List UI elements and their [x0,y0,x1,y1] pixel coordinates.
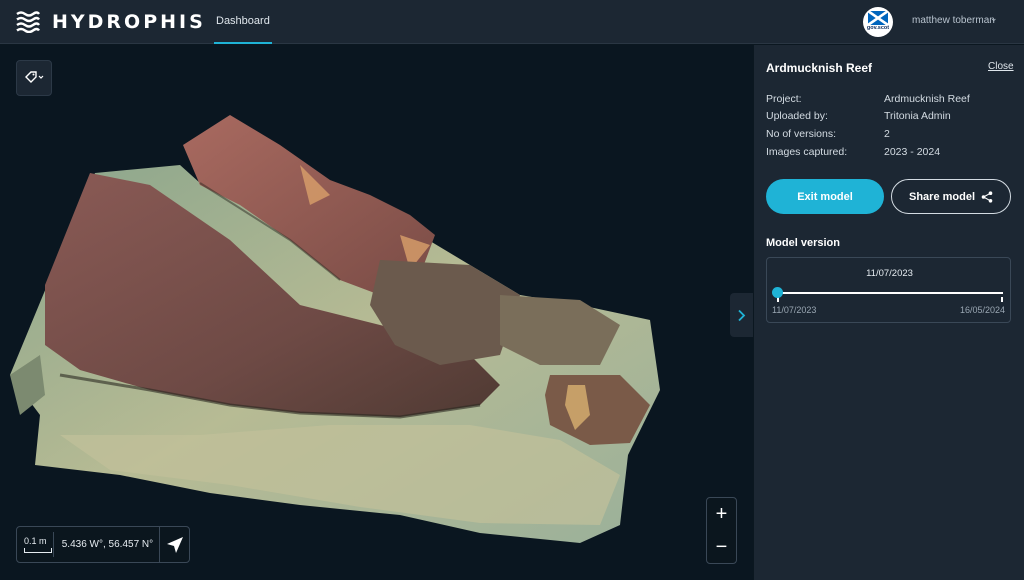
slider-track[interactable] [777,292,1003,294]
zoom-controls: + − [706,497,737,564]
version-end-date: 16/05/2024 [959,305,1005,315]
model-info-list: Project: Ardmucknish Reef Uploaded by: T… [766,90,1016,160]
info-label: Uploaded by: [766,110,828,123]
org-badge-label: gov.scot [866,25,890,31]
tag-pen-icon [25,71,44,83]
version-start-date: 11/07/2023 [772,305,817,315]
brand-logo[interactable]: HYDROPHIS [16,11,206,33]
selected-version-date: 11/07/2023 [866,268,913,279]
zoom-in-button[interactable]: + [707,498,736,531]
chevron-down-icon[interactable]: ⌄ [990,13,998,24]
slider-handle[interactable] [771,287,783,298]
info-label: Images captured: [766,145,848,158]
share-model-label: Share model [908,190,976,203]
user-name[interactable]: matthew toberman [912,15,995,26]
brand-name: HYDROPHIS [52,11,206,33]
tab-dashboard[interactable]: Dashboard [214,0,272,44]
scale-indicator: 0.1 m [17,536,53,553]
coordinates-readout: 5.436 W°, 56.457 N° [61,539,154,550]
info-row-versions: No of versions: 2 [766,125,1016,143]
exit-model-button[interactable]: Exit model [766,179,884,214]
saltire-flag-icon [868,11,888,25]
model-details-panel: Ardmucknish Reef Close Project: Ardmuckn… [754,45,1024,580]
info-row-uploaded-by: Uploaded by: Tritonia Admin [766,108,1016,126]
model-version-slider: 11/07/2023 11/07/2023 16/05/2024 [766,257,1011,323]
close-link[interactable]: Close [988,61,1014,72]
reef-3d-model[interactable] [0,45,753,580]
info-label: Project: [766,92,802,105]
slider-tick-end [1001,297,1003,302]
panel-title: Ardmucknish Reef [766,61,873,75]
model-viewer[interactable]: + − 0.1 m 5.436 W°, 56.457 N° [0,45,753,580]
info-value: 2 [884,127,890,140]
panel-toggle-button[interactable] [730,293,753,337]
zoom-out-button[interactable]: − [707,531,736,564]
info-row-project: Project: Ardmucknish Reef [766,90,1016,108]
info-value: Ardmucknish Reef [884,92,970,105]
scale-bar [24,548,52,553]
model-version-heading: Model version [766,237,840,249]
top-bar: HYDROPHIS Dashboard gov.scot matthew tob… [0,0,1024,44]
share-model-button[interactable]: Share model [891,179,1011,214]
info-row-images-captured: Images captured: 2023 - 2024 [766,143,1016,161]
info-label: No of versions: [766,127,837,140]
chevron-right-icon [738,309,746,321]
org-avatar[interactable]: gov.scot [863,7,893,37]
compass-button[interactable] [159,527,189,562]
navigation-arrow-icon [166,536,183,553]
info-value: 2023 - 2024 [884,145,941,158]
share-icon [981,190,993,203]
scale-label: 0.1 m [24,536,47,546]
annotation-tool-button[interactable] [16,60,52,96]
chevron-down-icon [38,75,44,79]
map-info-bar: 0.1 m 5.436 W°, 56.457 N° [16,526,190,563]
waves-logo-icon [16,11,40,33]
info-value: Tritonia Admin [884,110,951,123]
